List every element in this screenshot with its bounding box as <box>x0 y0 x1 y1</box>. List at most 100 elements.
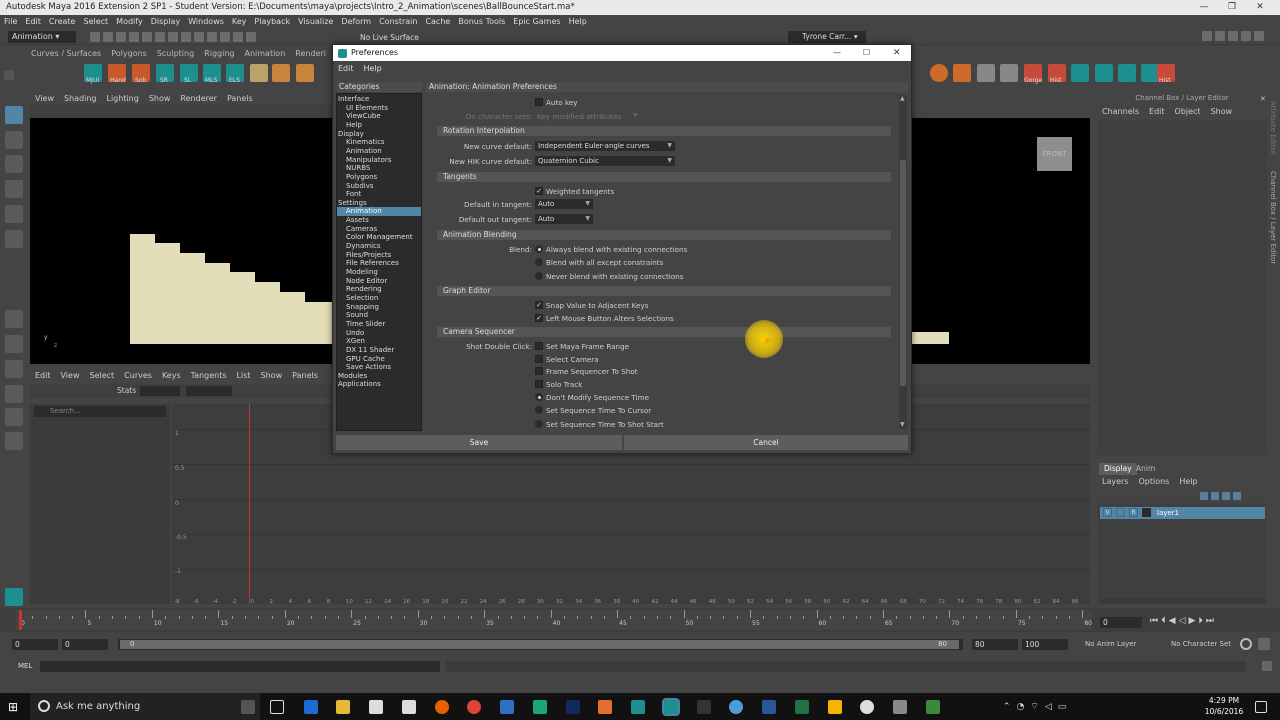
range-slider[interactable]: 0 80 <box>118 639 963 650</box>
viewport-menu-panels[interactable]: Panels <box>222 93 258 105</box>
menu-playback[interactable]: Playback <box>250 15 294 29</box>
step-forward-key-icon[interactable]: ⏵ <box>1198 616 1206 626</box>
cb-menu-edit[interactable]: Edit <box>1144 106 1170 118</box>
tab-anim[interactable]: Anim <box>1131 463 1160 475</box>
category-item[interactable]: Subdivs <box>337 182 374 191</box>
current-frame-marker[interactable] <box>19 610 22 630</box>
category-item[interactable]: Manipulators <box>337 156 391 165</box>
category-item[interactable]: UI Elements <box>337 104 388 113</box>
save-scene-icon[interactable] <box>116 32 126 42</box>
user-account-menu[interactable]: Tyrone Carr... ▾ <box>788 31 866 43</box>
menu-visualize[interactable]: Visualize <box>294 15 337 29</box>
app-icon-5[interactable] <box>828 700 842 714</box>
category-item[interactable]: Dynamics <box>337 242 381 251</box>
layout-icon[interactable] <box>1202 31 1212 41</box>
auto-key-checkbox[interactable] <box>535 98 543 106</box>
category-item[interactable]: Undo <box>337 329 364 338</box>
category-item[interactable]: Rendering <box>337 285 382 294</box>
snap-grid-icon[interactable] <box>194 32 204 42</box>
scroll-up-icon[interactable]: ▲ <box>900 95 905 102</box>
layer-row[interactable]: V R layer1 <box>1100 507 1265 519</box>
tray-app-icon[interactable]: ◔ <box>1017 702 1031 712</box>
tool-settings-icon[interactable] <box>1241 31 1251 41</box>
edge-icon[interactable] <box>304 700 318 714</box>
redo-icon[interactable] <box>142 32 152 42</box>
shelf-button-r3[interactable] <box>977 64 995 82</box>
category-item[interactable]: Files/Projects <box>337 251 391 260</box>
action-center-icon[interactable] <box>1255 701 1267 713</box>
shelf-button-tool-3[interactable] <box>296 64 314 82</box>
taskbar-time[interactable]: 4:29 PM <box>1200 696 1248 705</box>
step-back-frame-icon[interactable]: ◀ <box>1169 616 1179 626</box>
microphone-icon[interactable] <box>241 700 255 714</box>
select-component-icon[interactable] <box>181 32 191 42</box>
category-item[interactable]: XGen <box>337 337 365 346</box>
move-tool-icon[interactable] <box>5 180 23 198</box>
shelf-tab-sculpting[interactable]: Sculpting <box>152 48 199 60</box>
menu-set-selector[interactable]: Animation ▾ <box>8 31 76 43</box>
menu-constrain[interactable]: Constrain <box>375 15 421 29</box>
section-graph-editor[interactable]: Graph Editor <box>437 286 891 296</box>
category-item[interactable]: Display <box>337 130 364 139</box>
section-rotation-interpolation[interactable]: Rotation Interpolation <box>437 126 891 136</box>
shelf-tab-curves-surfaces[interactable]: Curves / Surfaces <box>26 48 106 60</box>
category-item[interactable]: Settings <box>337 199 367 208</box>
channel-box-body[interactable] <box>1097 120 1267 455</box>
sequence-time-to-cursor-radio[interactable] <box>535 406 543 414</box>
viewport-menu-view[interactable]: View <box>30 93 59 105</box>
menu-epic-games[interactable]: Epic Games <box>509 15 564 29</box>
shelf-button-r5[interactable] <box>1071 64 1089 82</box>
snap-curve-icon[interactable] <box>207 32 217 42</box>
category-item[interactable]: Help <box>337 121 362 130</box>
playback-start-field[interactable]: 0 <box>62 639 108 650</box>
new-layer-selected-icon[interactable] <box>1233 492 1241 500</box>
cortana-search-input[interactable]: Ask me anything <box>30 693 260 720</box>
menu-modify[interactable]: Modify <box>112 15 147 29</box>
category-item[interactable]: Applications <box>337 380 381 389</box>
epic-games-icon[interactable] <box>697 700 711 714</box>
step-back-key-icon[interactable]: ⏴ <box>1161 616 1169 626</box>
pref-menu-help[interactable]: Help <box>359 62 387 76</box>
layer-playback-toggle[interactable] <box>1116 508 1125 517</box>
outliner-layout-icon[interactable] <box>5 385 23 403</box>
ge-menu-tangents[interactable]: Tangents <box>186 370 232 382</box>
scale-tool-icon[interactable] <box>5 230 23 248</box>
outliner-search-input[interactable]: Search... <box>34 406 166 417</box>
blend-always-radio[interactable] <box>535 245 543 253</box>
shelf-button-r1[interactable] <box>930 64 948 82</box>
solo-track-checkbox[interactable] <box>535 380 543 388</box>
dialog-minimize-button[interactable]: — <box>833 45 841 61</box>
menu-select[interactable]: Select <box>79 15 112 29</box>
excel-icon[interactable] <box>795 700 809 714</box>
category-item[interactable]: Color Management <box>337 233 413 242</box>
dont-modify-sequence-time-radio[interactable] <box>535 393 543 401</box>
lasso-tool-icon[interactable] <box>5 131 23 149</box>
mel-label[interactable]: MEL <box>18 662 32 670</box>
layer-render-toggle[interactable]: R <box>1129 508 1138 517</box>
anim-layer-dropdown[interactable]: No Anim Layer <box>1085 640 1136 648</box>
stats-field-2[interactable] <box>186 386 232 396</box>
keyboard-icon[interactable]: ▭ <box>1058 702 1073 712</box>
category-item[interactable]: Save Actions <box>337 363 391 372</box>
cb-menu-show[interactable]: Show <box>1206 106 1238 118</box>
menu-cache[interactable]: Cache <box>421 15 454 29</box>
new-scene-icon[interactable] <box>90 32 100 42</box>
single-pane-layout-icon[interactable] <box>5 310 23 328</box>
category-item[interactable]: Animation <box>337 207 421 217</box>
ge-menu-curves[interactable]: Curves <box>119 370 157 382</box>
play-forwards-icon[interactable]: ▶ <box>1188 616 1198 626</box>
layer-visibility-toggle[interactable]: V <box>1103 508 1112 517</box>
ge-menu-select[interactable]: Select <box>84 370 119 382</box>
category-item[interactable]: Sound <box>337 311 368 320</box>
shelf-button-tool-2[interactable] <box>272 64 290 82</box>
view-cube[interactable]: FRONT <box>1037 137 1072 171</box>
select-tool-icon[interactable] <box>5 106 23 124</box>
range-slider-handle[interactable]: 0 80 <box>120 640 959 649</box>
category-item[interactable]: GPU Cache <box>337 355 385 364</box>
file-explorer-icon[interactable] <box>336 700 350 714</box>
close-button[interactable]: ✕ <box>1246 0 1274 15</box>
le-menu-layers[interactable]: Layers <box>1097 476 1133 488</box>
viewport-menu-show[interactable]: Show <box>144 93 176 105</box>
frame-sequencer-checkbox[interactable] <box>535 367 543 375</box>
two-pane-layout-icon[interactable] <box>5 360 23 378</box>
